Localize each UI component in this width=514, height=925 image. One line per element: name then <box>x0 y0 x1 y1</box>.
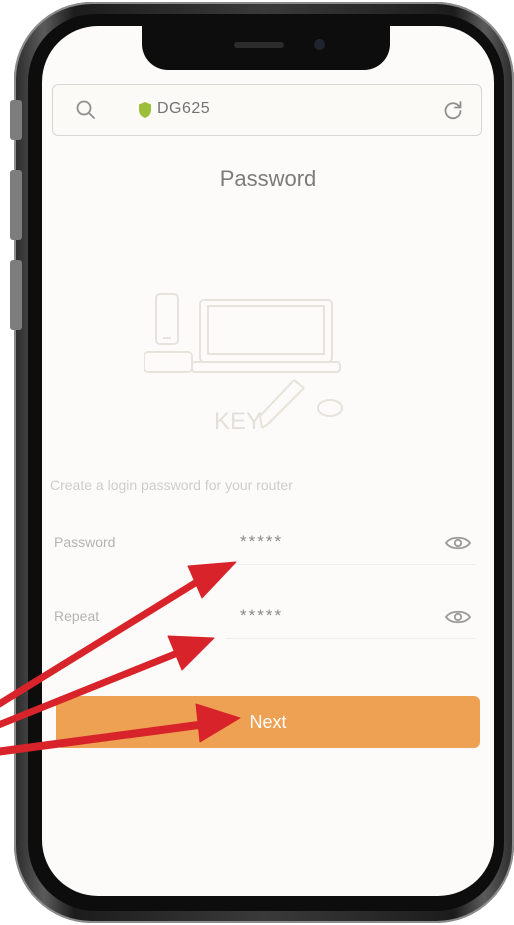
network-ssid: DG625 <box>157 100 211 117</box>
volume-down-button <box>10 260 22 330</box>
password-field[interactable]: Password ***** <box>50 524 480 568</box>
password-underline <box>226 564 476 565</box>
network-bar[interactable]: DG625 <box>52 84 482 136</box>
page-title: Password <box>219 166 317 191</box>
repeat-password-field[interactable]: Repeat ***** <box>50 598 480 642</box>
phone-screen: DG625 Password KEY Create a login passwo… <box>42 26 494 896</box>
repeat-input[interactable]: ***** <box>240 606 283 626</box>
notch <box>142 26 390 70</box>
refresh-icon[interactable] <box>441 98 465 122</box>
search-icon[interactable] <box>75 99 97 121</box>
eye-icon[interactable] <box>444 608 472 626</box>
volume-up-button <box>10 170 22 240</box>
router-key-illustration: KEY <box>144 293 343 434</box>
illustration-key-label: KEY <box>214 408 262 434</box>
mute-switch <box>10 100 22 140</box>
shield-icon <box>139 102 151 118</box>
repeat-label: Repeat <box>54 608 100 624</box>
next-button[interactable]: Next <box>56 696 480 748</box>
screenshot-stage: DG625 Password KEY Create a login passwo… <box>0 0 514 925</box>
front-camera <box>314 39 325 50</box>
password-label: Password <box>54 534 116 550</box>
eye-icon[interactable] <box>444 534 472 552</box>
repeat-underline <box>226 638 476 639</box>
password-input[interactable]: ***** <box>240 532 283 552</box>
speaker-grille <box>234 42 284 48</box>
instruction-text: Create a login password for your router <box>50 477 293 493</box>
